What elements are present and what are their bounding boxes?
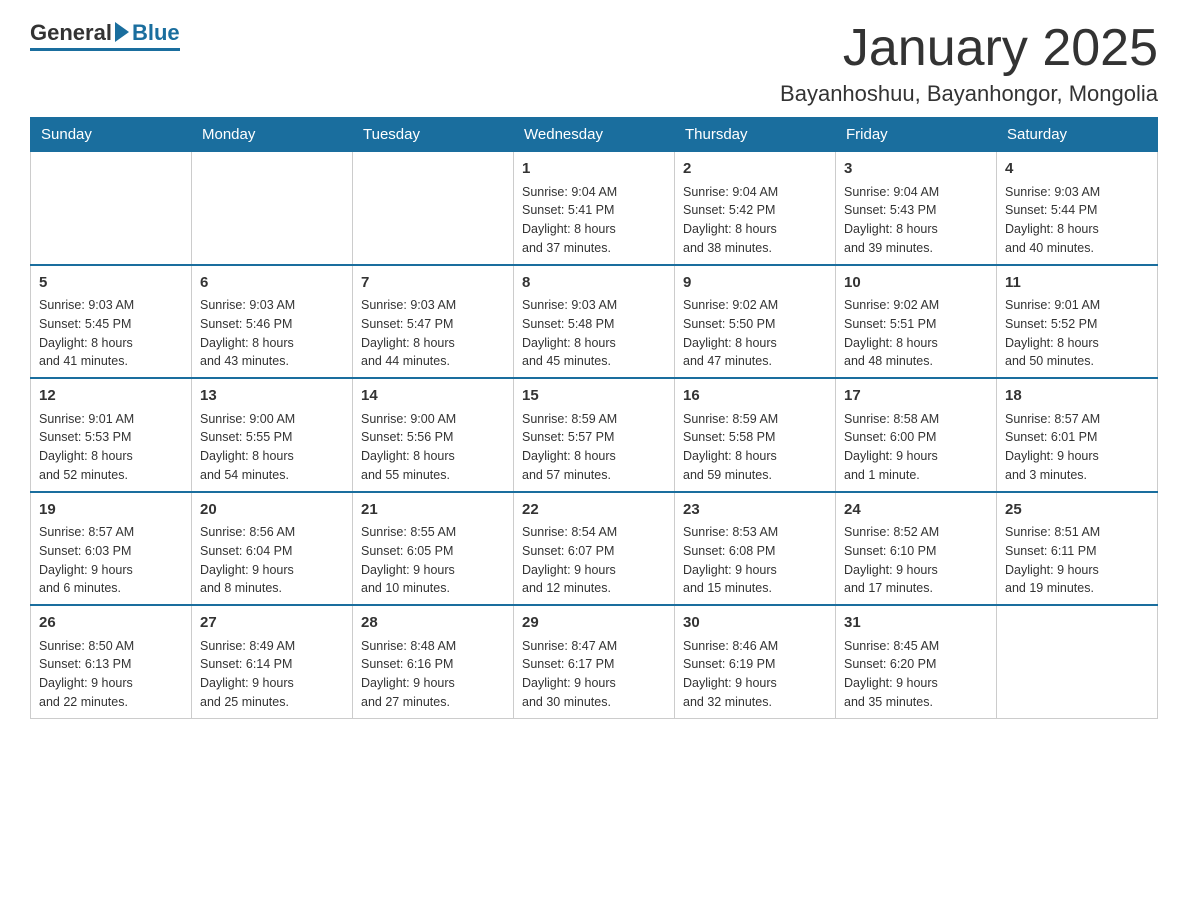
day-number: 7 — [361, 272, 505, 295]
calendar-cell: 25Sunrise: 8:51 AMSunset: 6:11 PMDayligh… — [997, 492, 1158, 606]
day-number: 17 — [844, 385, 988, 408]
calendar-cell: 15Sunrise: 8:59 AMSunset: 5:57 PMDayligh… — [514, 378, 675, 492]
title-section: January 2025 Bayanhoshuu, Bayanhongor, M… — [780, 20, 1158, 107]
day-number: 11 — [1005, 272, 1149, 295]
calendar-cell — [192, 152, 353, 265]
calendar-cell: 16Sunrise: 8:59 AMSunset: 5:58 PMDayligh… — [675, 378, 836, 492]
calendar-cell: 14Sunrise: 9:00 AMSunset: 5:56 PMDayligh… — [353, 378, 514, 492]
location-title: Bayanhoshuu, Bayanhongor, Mongolia — [780, 81, 1158, 107]
calendar-day-header: Tuesday — [353, 118, 514, 152]
day-number: 28 — [361, 612, 505, 635]
month-title: January 2025 — [780, 20, 1158, 77]
calendar-week-row: 5Sunrise: 9:03 AMSunset: 5:45 PMDaylight… — [31, 265, 1158, 379]
day-number: 12 — [39, 385, 183, 408]
calendar-day-header: Friday — [836, 118, 997, 152]
calendar-day-header: Saturday — [997, 118, 1158, 152]
logo-general-text: General — [30, 20, 112, 46]
calendar-cell: 23Sunrise: 8:53 AMSunset: 6:08 PMDayligh… — [675, 492, 836, 606]
day-number: 20 — [200, 499, 344, 522]
day-number: 18 — [1005, 385, 1149, 408]
calendar-cell: 9Sunrise: 9:02 AMSunset: 5:50 PMDaylight… — [675, 265, 836, 379]
calendar-cell: 12Sunrise: 9:01 AMSunset: 5:53 PMDayligh… — [31, 378, 192, 492]
day-number: 16 — [683, 385, 827, 408]
calendar-cell: 29Sunrise: 8:47 AMSunset: 6:17 PMDayligh… — [514, 605, 675, 718]
calendar-cell: 4Sunrise: 9:03 AMSunset: 5:44 PMDaylight… — [997, 152, 1158, 265]
day-number: 4 — [1005, 158, 1149, 181]
calendar-cell — [31, 152, 192, 265]
calendar-cell: 18Sunrise: 8:57 AMSunset: 6:01 PMDayligh… — [997, 378, 1158, 492]
day-number: 29 — [522, 612, 666, 635]
calendar-week-row: 1Sunrise: 9:04 AMSunset: 5:41 PMDaylight… — [31, 152, 1158, 265]
day-number: 19 — [39, 499, 183, 522]
calendar-week-row: 12Sunrise: 9:01 AMSunset: 5:53 PMDayligh… — [31, 378, 1158, 492]
calendar-cell: 30Sunrise: 8:46 AMSunset: 6:19 PMDayligh… — [675, 605, 836, 718]
calendar-cell: 1Sunrise: 9:04 AMSunset: 5:41 PMDaylight… — [514, 152, 675, 265]
day-number: 27 — [200, 612, 344, 635]
calendar-cell: 3Sunrise: 9:04 AMSunset: 5:43 PMDaylight… — [836, 152, 997, 265]
day-number: 10 — [844, 272, 988, 295]
day-number: 13 — [200, 385, 344, 408]
day-number: 1 — [522, 158, 666, 181]
day-number: 8 — [522, 272, 666, 295]
calendar-day-header: Thursday — [675, 118, 836, 152]
day-number: 9 — [683, 272, 827, 295]
day-number: 6 — [200, 272, 344, 295]
logo-underline — [30, 48, 180, 51]
calendar-day-header: Sunday — [31, 118, 192, 152]
calendar-cell: 6Sunrise: 9:03 AMSunset: 5:46 PMDaylight… — [192, 265, 353, 379]
calendar-cell: 11Sunrise: 9:01 AMSunset: 5:52 PMDayligh… — [997, 265, 1158, 379]
calendar-cell: 22Sunrise: 8:54 AMSunset: 6:07 PMDayligh… — [514, 492, 675, 606]
logo-triangle-icon — [115, 22, 129, 42]
logo-blue-text: Blue — [132, 20, 180, 46]
calendar-cell: 27Sunrise: 8:49 AMSunset: 6:14 PMDayligh… — [192, 605, 353, 718]
calendar-cell: 28Sunrise: 8:48 AMSunset: 6:16 PMDayligh… — [353, 605, 514, 718]
calendar-cell: 2Sunrise: 9:04 AMSunset: 5:42 PMDaylight… — [675, 152, 836, 265]
day-number: 21 — [361, 499, 505, 522]
day-number: 26 — [39, 612, 183, 635]
calendar-cell: 10Sunrise: 9:02 AMSunset: 5:51 PMDayligh… — [836, 265, 997, 379]
page-header: General Blue January 2025 Bayanhoshuu, B… — [30, 20, 1158, 107]
calendar-cell: 21Sunrise: 8:55 AMSunset: 6:05 PMDayligh… — [353, 492, 514, 606]
calendar-cell: 26Sunrise: 8:50 AMSunset: 6:13 PMDayligh… — [31, 605, 192, 718]
calendar-cell: 20Sunrise: 8:56 AMSunset: 6:04 PMDayligh… — [192, 492, 353, 606]
calendar-cell: 13Sunrise: 9:00 AMSunset: 5:55 PMDayligh… — [192, 378, 353, 492]
day-number: 24 — [844, 499, 988, 522]
calendar-cell: 5Sunrise: 9:03 AMSunset: 5:45 PMDaylight… — [31, 265, 192, 379]
day-number: 23 — [683, 499, 827, 522]
day-number: 14 — [361, 385, 505, 408]
day-number: 15 — [522, 385, 666, 408]
logo: General Blue — [30, 20, 180, 51]
calendar-body: 1Sunrise: 9:04 AMSunset: 5:41 PMDaylight… — [31, 152, 1158, 719]
day-number: 5 — [39, 272, 183, 295]
calendar-table: SundayMondayTuesdayWednesdayThursdayFrid… — [30, 117, 1158, 719]
calendar-cell: 24Sunrise: 8:52 AMSunset: 6:10 PMDayligh… — [836, 492, 997, 606]
calendar-cell: 17Sunrise: 8:58 AMSunset: 6:00 PMDayligh… — [836, 378, 997, 492]
calendar-week-row: 19Sunrise: 8:57 AMSunset: 6:03 PMDayligh… — [31, 492, 1158, 606]
calendar-day-header: Wednesday — [514, 118, 675, 152]
calendar-header: SundayMondayTuesdayWednesdayThursdayFrid… — [31, 118, 1158, 152]
day-number: 25 — [1005, 499, 1149, 522]
calendar-cell: 31Sunrise: 8:45 AMSunset: 6:20 PMDayligh… — [836, 605, 997, 718]
calendar-week-row: 26Sunrise: 8:50 AMSunset: 6:13 PMDayligh… — [31, 605, 1158, 718]
calendar-cell: 8Sunrise: 9:03 AMSunset: 5:48 PMDaylight… — [514, 265, 675, 379]
calendar-day-header: Monday — [192, 118, 353, 152]
day-number: 2 — [683, 158, 827, 181]
calendar-cell — [997, 605, 1158, 718]
day-number: 30 — [683, 612, 827, 635]
day-number: 22 — [522, 499, 666, 522]
day-number: 31 — [844, 612, 988, 635]
calendar-cell — [353, 152, 514, 265]
day-number: 3 — [844, 158, 988, 181]
calendar-cell: 7Sunrise: 9:03 AMSunset: 5:47 PMDaylight… — [353, 265, 514, 379]
calendar-cell: 19Sunrise: 8:57 AMSunset: 6:03 PMDayligh… — [31, 492, 192, 606]
